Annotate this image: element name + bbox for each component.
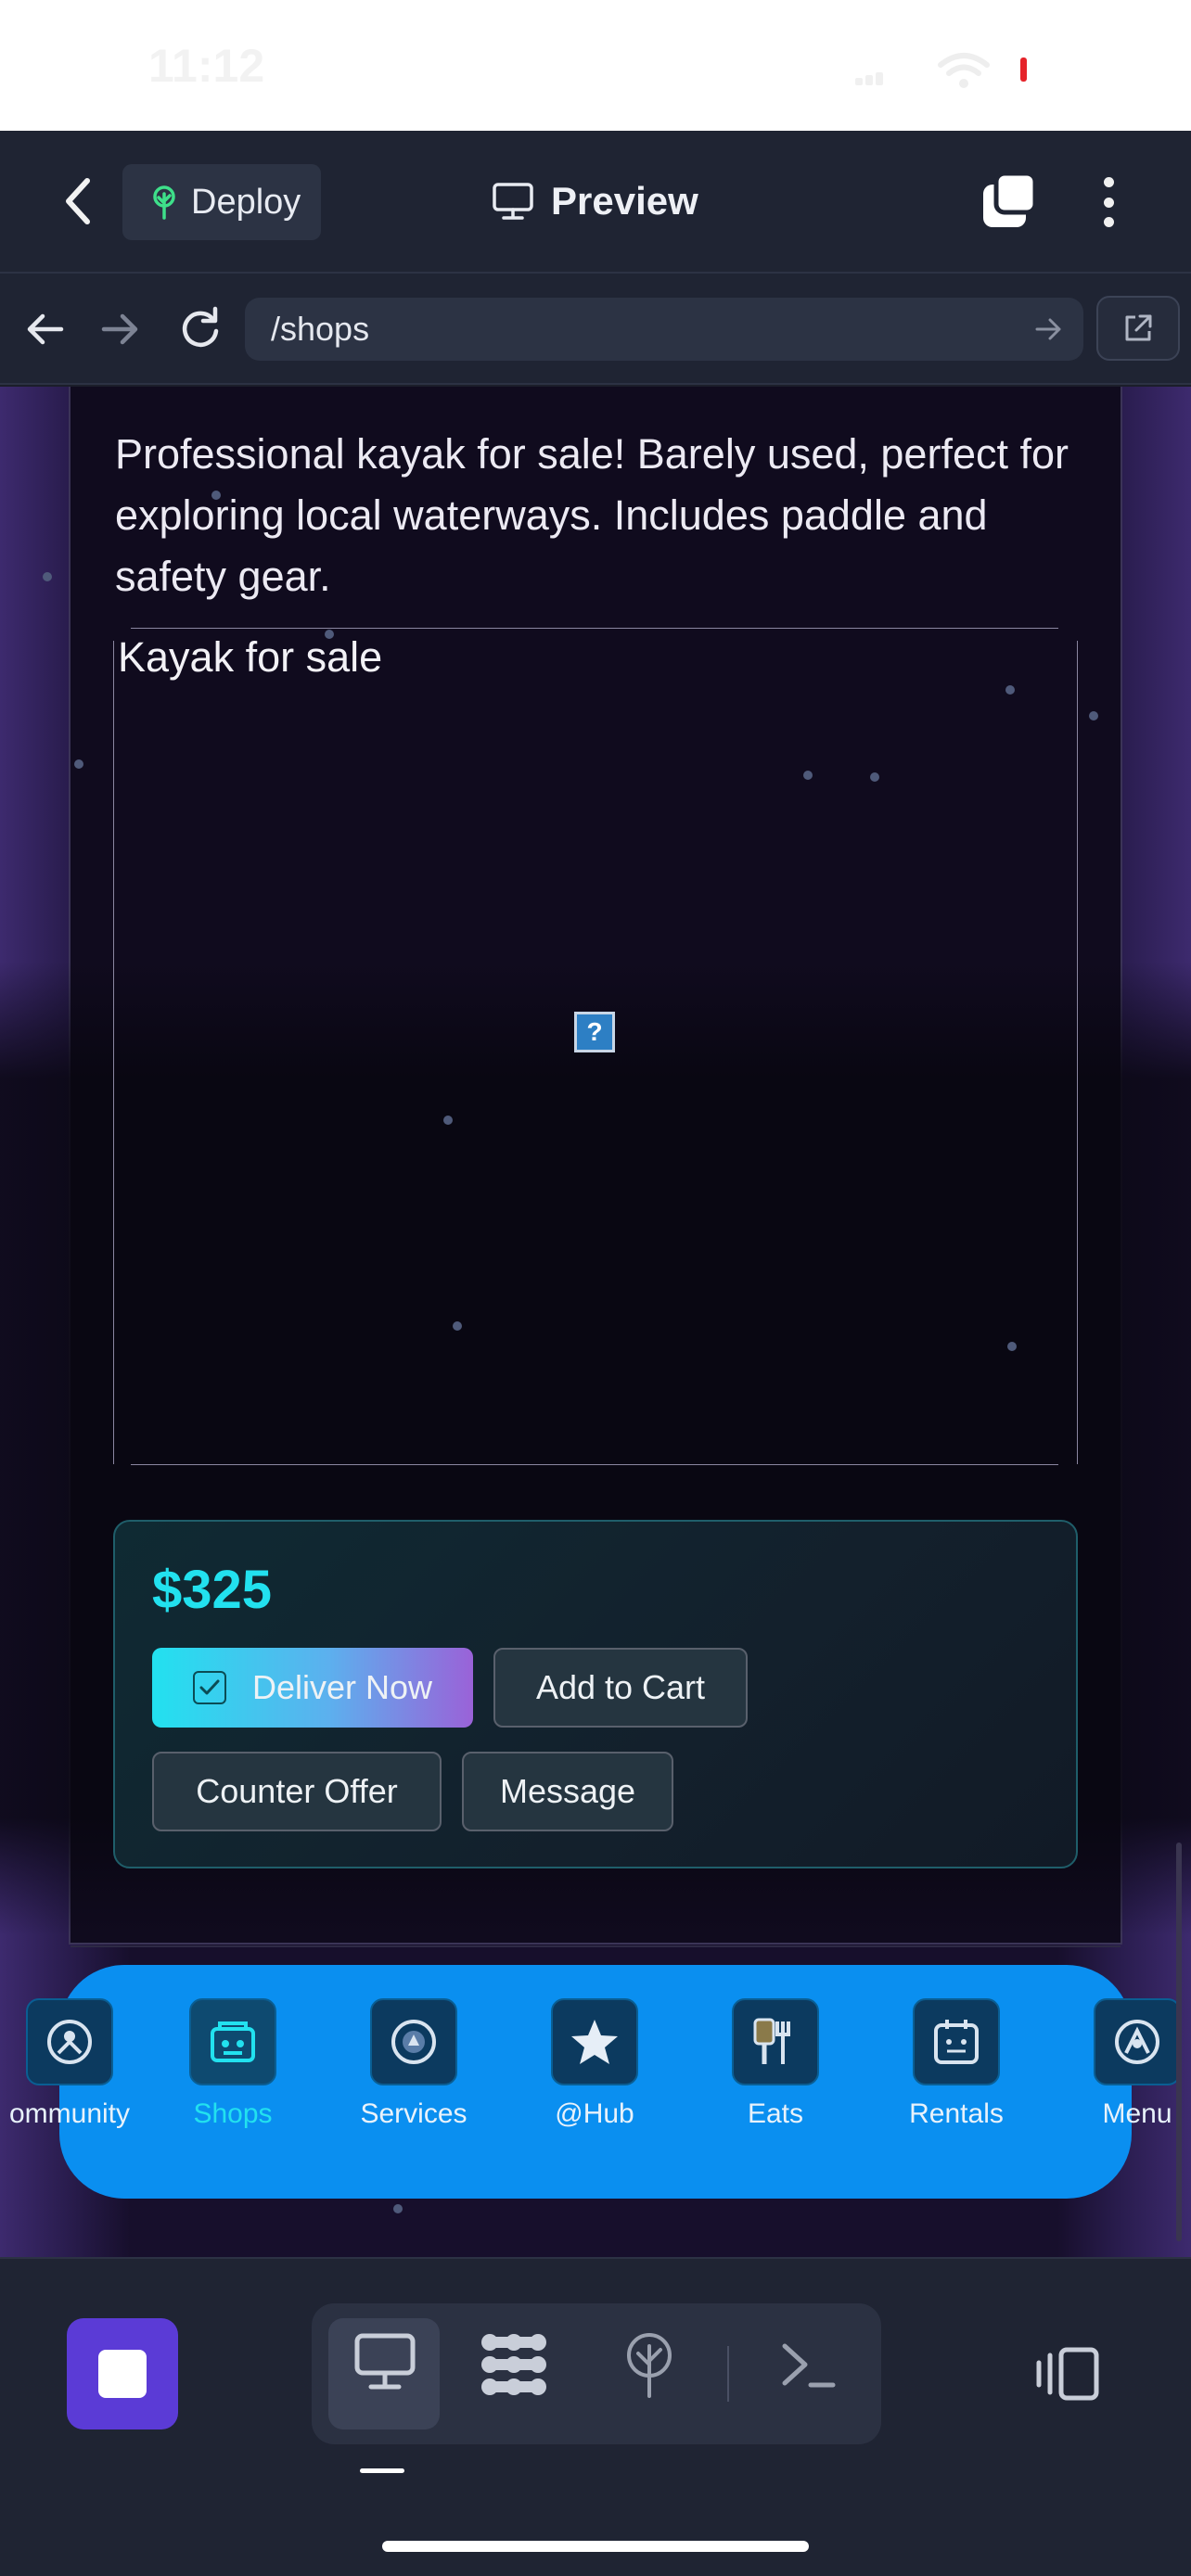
dock-label: Shops — [193, 2098, 273, 2129]
dock-item-menu[interactable]: Menu — [1068, 1998, 1191, 2130]
stop-button[interactable] — [67, 2318, 178, 2429]
reload-icon[interactable] — [178, 305, 223, 350]
dock-label: Eats — [747, 2098, 804, 2129]
status-bar: 11:12 — [0, 0, 1191, 131]
star-icon — [551, 1998, 638, 2085]
app-header: Deploy Preview — [0, 131, 1191, 274]
price-label: $325 — [152, 1560, 273, 1620]
broken-image-icon: ? — [574, 1012, 615, 1052]
services-icon — [370, 1998, 457, 2085]
dock-label: ommunity — [8, 2098, 131, 2129]
deploy-button[interactable]: Deploy — [122, 164, 321, 240]
go-arrow-icon[interactable] — [1035, 316, 1063, 342]
add-to-cart-button[interactable]: Add to Cart — [493, 1648, 748, 1728]
dock-item-services[interactable]: Services — [344, 1998, 483, 2130]
community-icon — [26, 1998, 113, 2085]
image-alt-text: Kayak for sale — [118, 633, 383, 681]
deploy-label: Deploy — [191, 182, 301, 222]
calendar-icon — [913, 1998, 1000, 2085]
page-title: Preview — [492, 173, 698, 229]
battery-low-icon — [1020, 57, 1027, 82]
signal-icon — [855, 72, 883, 85]
monitor-icon — [493, 183, 533, 220]
dock-label: @Hub — [555, 2098, 634, 2129]
web-preview[interactable]: Professional kayak for sale! Barely used… — [0, 387, 1191, 2257]
browser-nav-bar: /shops — [0, 274, 1191, 385]
dock-item-shops[interactable]: Shops — [163, 1998, 302, 2130]
terminal-icon[interactable] — [779, 2340, 839, 2392]
status-time: 11:12 — [148, 40, 265, 92]
url-input[interactable]: /shops — [245, 298, 1083, 361]
dock-item-community[interactable]: ommunity — [0, 1998, 139, 2130]
wifi-icon — [938, 53, 990, 88]
deliver-now-button[interactable]: Deliver Now — [152, 1648, 473, 1728]
listing-image[interactable]: Kayak for sale ? — [113, 628, 1078, 1465]
purchase-panel: $325 Deliver Now Add to Cart Counter Off… — [113, 1520, 1078, 1868]
mode-switcher — [312, 2303, 881, 2444]
back-chevron-icon[interactable] — [56, 175, 102, 227]
windows-icon[interactable] — [980, 172, 1039, 231]
check-icon — [192, 1671, 226, 1704]
deploy-icon[interactable] — [621, 2331, 677, 2398]
shop-icon — [189, 1998, 276, 2085]
category-dock: ommunity Shops Services @Hub Eats Rental… — [9, 1965, 1181, 2199]
desktop-preview-icon[interactable] — [352, 2331, 417, 2392]
arrow-left-icon[interactable] — [24, 311, 65, 348]
dock-label: Menu — [1102, 2098, 1172, 2129]
dock-label: Rentals — [909, 2098, 1004, 2129]
more-options-icon[interactable] — [1085, 173, 1132, 231]
counter-offer-button[interactable]: Counter Offer — [152, 1752, 442, 1831]
dock-item-rentals[interactable]: Rentals — [887, 1998, 1026, 2130]
url-text: /shops — [271, 310, 370, 348]
panel-toggle-icon[interactable] — [1035, 2346, 1100, 2402]
deliver-now-label: Deliver Now — [251, 1668, 433, 1706]
menu-icon — [1094, 1998, 1181, 2085]
dock-item-hub[interactable]: @Hub — [525, 1998, 664, 2130]
listing-description: Professional kayak for sale! Barely used… — [115, 430, 1069, 600]
deploy-tree-icon — [153, 185, 175, 220]
bottom-toolbar — [0, 2257, 1191, 2576]
page-scrollbar[interactable] — [1176, 1843, 1182, 2241]
page-title-label: Preview — [551, 179, 698, 223]
arrow-right-icon[interactable] — [100, 311, 141, 348]
eats-icon — [732, 1998, 819, 2085]
dock-item-eats[interactable]: Eats — [706, 1998, 845, 2130]
open-external-button[interactable] — [1096, 296, 1180, 361]
message-button[interactable]: Message — [462, 1752, 673, 1831]
stop-icon — [98, 2350, 147, 2398]
external-link-icon — [1125, 314, 1152, 341]
home-indicator[interactable] — [382, 2541, 809, 2552]
apps-grid-icon[interactable] — [477, 2331, 551, 2398]
dock-label: Services — [360, 2098, 467, 2129]
